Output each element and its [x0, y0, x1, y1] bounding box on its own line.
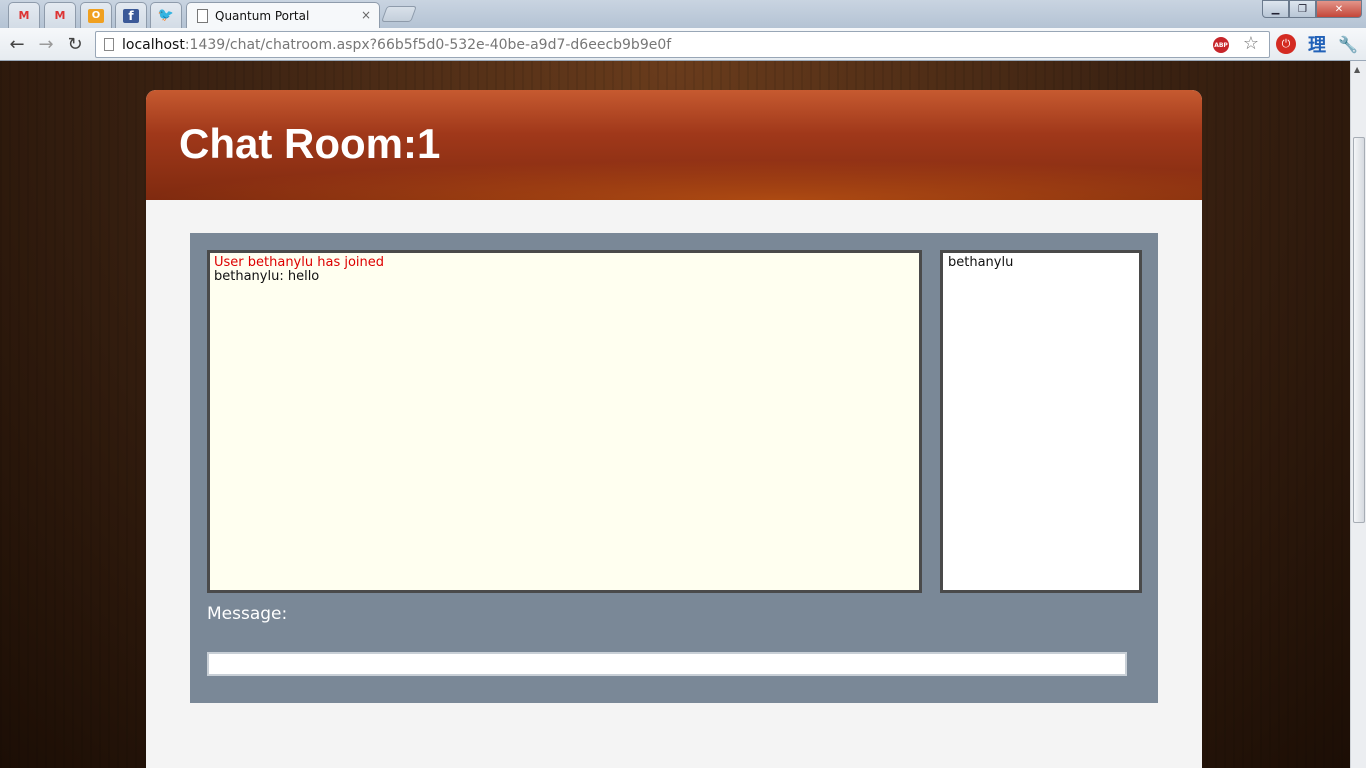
adblock-icon[interactable]: ABP	[1213, 37, 1229, 53]
message-input[interactable]	[207, 652, 1127, 676]
chat-card: Chat Room:1 User bethanylu has joined be…	[146, 90, 1202, 768]
bookmark-star-icon[interactable]: ☆	[1243, 33, 1259, 54]
scroll-thumb[interactable]	[1353, 137, 1365, 523]
forward-arrow-icon[interactable]: →	[34, 32, 58, 56]
url-text[interactable]: localhost:1439/chat/chatroom.aspx?66b5f5…	[122, 37, 671, 53]
pinned-tab-facebook[interactable]: f	[115, 2, 147, 28]
tab-close-icon[interactable]: ×	[361, 8, 371, 22]
users-list[interactable]: bethanylu	[940, 250, 1142, 593]
minimize-button[interactable]: ▁	[1262, 0, 1289, 18]
pinned-tab-gmail-2[interactable]: M	[44, 2, 76, 28]
browser-toolbar: ← → ↻ localhost:1439/chat/chatroom.aspx?…	[0, 28, 1366, 61]
user-list-item: bethanylu	[948, 255, 1014, 270]
back-arrow-icon[interactable]: ←	[5, 32, 29, 56]
twitter-icon: 🐦	[157, 8, 175, 23]
outlook-icon: O	[88, 8, 104, 23]
close-window-button[interactable]: ✕	[1316, 0, 1362, 18]
scroll-up-icon[interactable]: ▲	[1354, 65, 1360, 74]
kanji-extension-icon[interactable]: 理	[1307, 34, 1327, 56]
tab-quantum-portal[interactable]: Quantum Portal ×	[186, 2, 380, 28]
page-icon	[197, 8, 208, 23]
gmail-icon: M	[54, 9, 66, 22]
wrench-menu-icon[interactable]: 🔧	[1338, 34, 1358, 54]
pinned-tab-gmail-1[interactable]: M	[8, 2, 40, 28]
new-tab-button[interactable]	[381, 6, 417, 22]
gmail-icon: M	[18, 9, 30, 22]
chat-message: bethanylu: hello	[214, 269, 320, 284]
url-path: :1439/chat/chatroom.aspx?66b5f5d0-532e-4…	[184, 36, 672, 53]
url-host: localhost	[122, 36, 185, 53]
page-scrollbar[interactable]: ▲	[1350, 61, 1366, 768]
power-extension-icon[interactable]: ⏻	[1276, 34, 1296, 54]
pinned-tab-twitter[interactable]: 🐦	[150, 2, 182, 28]
reload-icon[interactable]: ↻	[63, 32, 87, 56]
browser-titlebar: M M O f 🐦 Quantum Portal × ▁ ❐ ✕	[0, 0, 1366, 28]
page-viewport: Chat Room:1 User bethanylu has joined be…	[0, 61, 1350, 768]
messages-box[interactable]: User bethanylu has joined bethanylu: hel…	[207, 250, 922, 593]
page-title: Chat Room:1	[179, 120, 441, 167]
pinned-tab-outlook[interactable]: O	[80, 2, 112, 28]
page-icon	[104, 38, 114, 51]
restore-button[interactable]: ❐	[1289, 0, 1316, 18]
address-bar[interactable]: localhost:1439/chat/chatroom.aspx?66b5f5…	[95, 31, 1270, 58]
system-message: User bethanylu has joined	[214, 255, 385, 270]
facebook-icon: f	[123, 8, 139, 23]
card-header: Chat Room:1	[146, 90, 1202, 200]
message-label: Message:	[207, 604, 288, 624]
window-controls: ▁ ❐ ✕	[1262, 0, 1362, 18]
chat-panel: User bethanylu has joined bethanylu: hel…	[190, 233, 1158, 703]
tab-title: Quantum Portal	[215, 8, 310, 23]
